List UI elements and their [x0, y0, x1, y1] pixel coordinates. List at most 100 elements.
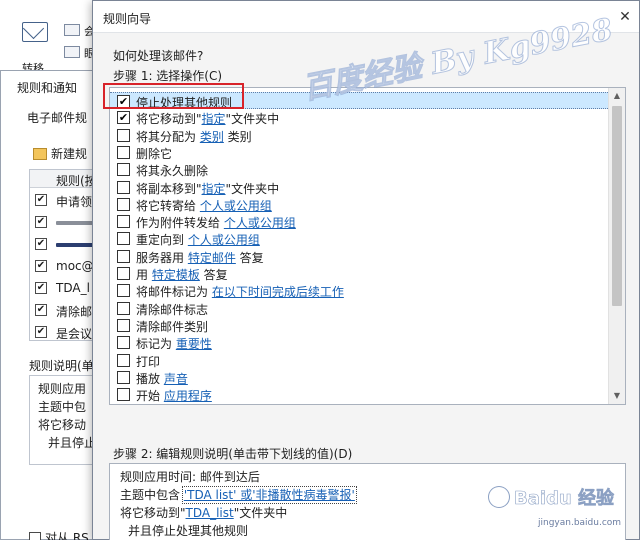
- action-item[interactable]: 删除它: [110, 144, 610, 161]
- action-checkbox[interactable]: [117, 215, 130, 229]
- action-value-link[interactable]: 指定: [202, 112, 226, 126]
- action-checkbox[interactable]: [117, 128, 130, 142]
- action-label: 清除邮件标志: [136, 302, 209, 317]
- scroll-up-icon[interactable]: ▲: [609, 88, 625, 104]
- action-value-link[interactable]: 个人或公用组: [224, 216, 296, 230]
- step1-label: 步骤 1: 选择操作(C): [113, 69, 223, 83]
- wizard-titlebar[interactable]: 规则向导 ✕: [93, 1, 639, 33]
- action-checkbox[interactable]: [117, 163, 130, 177]
- rule-checkbox[interactable]: ✔: [35, 282, 47, 294]
- action-label: 打印: [136, 354, 161, 369]
- dialog-title: 规则和通知: [17, 81, 78, 95]
- rule-description-title: 规则说明(单: [29, 359, 94, 373]
- action-checkbox[interactable]: [117, 336, 130, 350]
- new-rule-button[interactable]: 新建规: [33, 145, 87, 162]
- action-value-link[interactable]: 类别: [200, 130, 224, 144]
- action-checkbox[interactable]: [117, 267, 130, 280]
- action-label: 将它移动到"指定"文件夹中: [136, 112, 280, 127]
- meeting-icon[interactable]: [64, 24, 80, 36]
- target-folder-link[interactable]: TDA_list: [186, 506, 234, 520]
- action-item[interactable]: 重定向到 个人或公用组: [110, 230, 610, 247]
- action-value-link[interactable]: 在以下时间完成后续工作: [212, 285, 344, 299]
- subject-words-link[interactable]: 'TDA list' 或'非播散性病毒警报': [181, 486, 357, 504]
- action-checkbox[interactable]: ✔: [117, 111, 130, 125]
- rule-checkbox[interactable]: ✔: [35, 304, 47, 316]
- action-item[interactable]: 将其分配为 类别 类别: [110, 127, 610, 144]
- paw-icon: [488, 486, 510, 508]
- action-item[interactable]: 将其永久删除: [110, 161, 610, 178]
- action-value-link[interactable]: 应用程序: [164, 389, 212, 403]
- forward-icon[interactable]: [64, 46, 80, 58]
- action-checkbox[interactable]: [117, 197, 130, 211]
- envelope-icon[interactable]: [22, 22, 48, 42]
- action-value-link[interactable]: 特定邮件: [188, 251, 236, 265]
- rule-checkbox[interactable]: ✔: [35, 238, 47, 250]
- action-item[interactable]: 开始 应用程序: [110, 386, 610, 403]
- action-item[interactable]: 将它转寄给 个人或公用组: [110, 196, 610, 213]
- action-checkbox[interactable]: ✔: [117, 95, 130, 108]
- action-item[interactable]: 播放 声音: [110, 369, 610, 386]
- action-label: 将它转寄给 个人或公用组: [136, 198, 272, 213]
- action-checkbox[interactable]: [117, 180, 130, 194]
- action-item[interactable]: 作为附件转发给 个人或公用组: [110, 213, 610, 230]
- desc-line-3: 将它移动到"TDA_list"文件夹中: [120, 504, 287, 521]
- action-value-link[interactable]: 个人或公用组: [188, 233, 260, 247]
- action-checkbox[interactable]: [117, 232, 130, 246]
- rule-checkbox[interactable]: ✔: [35, 194, 47, 206]
- new-rule-icon: [33, 147, 47, 160]
- rss-checkbox-box[interactable]: [29, 531, 41, 540]
- tab-email-rules[interactable]: 电子邮件规: [27, 109, 87, 126]
- actions-scrollbar[interactable]: ▲ ▼: [608, 88, 625, 404]
- action-checkbox[interactable]: [117, 301, 130, 315]
- action-value-link[interactable]: 重要性: [176, 337, 212, 351]
- action-label: 清除邮件类别: [136, 319, 209, 334]
- action-item[interactable]: 清除邮件标志: [110, 300, 610, 317]
- wizard-title: 规则向导: [103, 12, 152, 26]
- rule-checkbox[interactable]: ✔: [35, 216, 47, 228]
- action-checkbox[interactable]: [117, 318, 130, 332]
- action-item[interactable]: ✔ 停止处理其他规则: [110, 92, 610, 110]
- close-icon[interactable]: ✕: [617, 9, 633, 25]
- action-label: 将副本移到"指定"文件夹中: [136, 181, 280, 196]
- action-item[interactable]: 将邮件标记为 在以下时间完成后续工作: [110, 282, 610, 299]
- actions-list[interactable]: ✔ 停止处理其他规则 ✔ 将它移动到"指定"文件夹中 将其分配为 类别 类别删除它将其永…: [109, 87, 626, 405]
- rule-checkbox[interactable]: ✔: [35, 326, 47, 338]
- action-item[interactable]: ✔ 将它移动到"指定"文件夹中: [110, 109, 610, 126]
- action-checkbox[interactable]: [117, 353, 130, 367]
- rule-name: moc@: [56, 259, 94, 273]
- action-checkbox[interactable]: [117, 370, 130, 384]
- action-checkbox[interactable]: [117, 145, 130, 159]
- action-value-link[interactable]: 指定: [202, 182, 226, 196]
- action-item[interactable]: 打印: [110, 352, 610, 369]
- scroll-thumb[interactable]: [612, 106, 622, 306]
- scroll-down-icon[interactable]: ▼: [609, 388, 625, 404]
- action-item[interactable]: 标记为 重要性: [110, 334, 610, 351]
- action-item[interactable]: 服务器用 特定邮件 答复: [110, 248, 610, 265]
- desc-line-3-suffix: "文件夹中: [233, 506, 288, 520]
- rule-checkbox[interactable]: ✔: [35, 260, 47, 272]
- bg-desc-line: 将它移动: [38, 418, 87, 432]
- rss-checkbox[interactable]: 对从 RS: [29, 529, 89, 540]
- action-value-link[interactable]: 特定模板: [152, 268, 200, 282]
- rule-name: TDA_l: [56, 281, 90, 295]
- action-checkbox[interactable]: [117, 249, 130, 263]
- action-checkbox[interactable]: [117, 284, 130, 298]
- action-item[interactable]: 用 特定模板 答复: [110, 265, 610, 282]
- bg-desc-line: 规则应用: [38, 382, 87, 396]
- action-label: 标记为 重要性: [136, 337, 212, 352]
- bg-desc-line: 主题中包: [38, 400, 87, 414]
- action-checkbox[interactable]: [117, 388, 130, 402]
- wizard-question: 如何处理该邮件?: [113, 49, 204, 63]
- action-label: 将其永久删除: [136, 164, 209, 179]
- action-label: 删除它: [136, 146, 173, 161]
- action-label: 用 特定模板 答复: [136, 268, 228, 282]
- action-value-link[interactable]: 声音: [164, 372, 188, 386]
- bg-desc-line: 并且停止: [48, 436, 97, 450]
- rss-checkbox-label: 对从 RS: [45, 531, 89, 540]
- action-item[interactable]: 清除邮件类别: [110, 317, 610, 334]
- baidu-logo-text: Baidu 经验: [514, 488, 615, 510]
- desc-line-2: 主题中包含 'TDA list' 或'非播散性病毒警报': [120, 486, 357, 504]
- action-value-link[interactable]: 个人或公用组: [200, 199, 272, 213]
- action-item[interactable]: 将副本移到"指定"文件夹中: [110, 179, 610, 196]
- column-header-rule: 规则(按: [56, 174, 97, 188]
